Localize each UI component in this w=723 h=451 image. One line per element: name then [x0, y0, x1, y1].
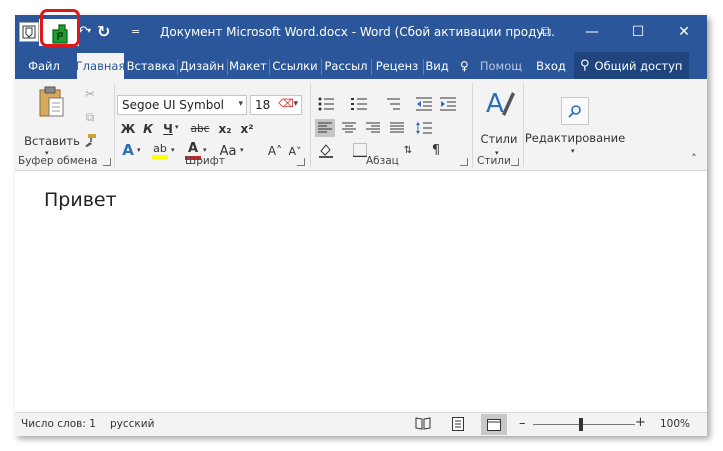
- redo-icon[interactable]: ↻: [97, 22, 110, 41]
- tab-mailings[interactable]: Рассыл: [322, 53, 370, 79]
- change-case-dropdown-icon[interactable]: ▾: [240, 146, 244, 154]
- paragraph-launcher-icon[interactable]: [460, 158, 468, 166]
- highlight-dropdown-icon[interactable]: ▾: [171, 146, 175, 154]
- styles-label[interactable]: Стили: [477, 132, 521, 146]
- tab-references[interactable]: Ссылки: [270, 53, 320, 79]
- numbering-icon[interactable]: [348, 95, 370, 113]
- editing-label[interactable]: Редактирование: [525, 131, 625, 145]
- svg-text:A: A: [486, 89, 504, 119]
- collapse-ribbon-icon[interactable]: ˄: [687, 151, 701, 165]
- group-separator: [472, 83, 473, 167]
- editing-dropdown-icon[interactable]: ▾: [571, 147, 575, 155]
- search-icon[interactable]: [561, 97, 589, 125]
- word-count[interactable]: Число слов: 1: [21, 418, 96, 430]
- zoom-in-button[interactable]: +: [635, 415, 646, 430]
- sign-in-link[interactable]: Вход: [533, 53, 569, 79]
- tell-me-box[interactable]: Помощ: [473, 53, 529, 79]
- web-layout-icon[interactable]: [481, 414, 507, 435]
- align-right-button[interactable]: [363, 119, 383, 137]
- grow-font-button[interactable]: A˄: [265, 141, 285, 161]
- tab-review[interactable]: Реценз: [372, 53, 422, 79]
- format-painter-icon[interactable]: [81, 131, 99, 149]
- increase-indent-icon[interactable]: [437, 95, 459, 113]
- cut-icon[interactable]: ✂: [81, 85, 99, 103]
- group-separator: [310, 83, 311, 167]
- group-separator: [114, 83, 115, 167]
- font-launcher-icon[interactable]: [297, 158, 305, 166]
- save-icon[interactable]: [19, 22, 39, 42]
- zoom-slider[interactable]: [533, 424, 635, 425]
- styles-group-label: Стили: [477, 155, 511, 167]
- justify-button[interactable]: [387, 119, 407, 137]
- font-name-combobox[interactable]: Segoe UI Symbol ▾: [117, 95, 247, 115]
- bullets-icon[interactable]: [315, 95, 337, 113]
- align-left-button[interactable]: [315, 119, 335, 137]
- tab-file[interactable]: Файл: [17, 53, 71, 79]
- underline-dropdown-icon[interactable]: ▾: [175, 123, 179, 131]
- group-separator: [523, 83, 524, 167]
- tab-home[interactable]: Главная: [77, 53, 124, 79]
- multilevel-list-icon[interactable]: [381, 95, 403, 113]
- paste-label[interactable]: Вставить: [21, 134, 83, 148]
- clear-formatting-icon[interactable]: ⌫: [277, 97, 295, 110]
- title-bar: ↶ ▾ ↻ = Документ Microsoft Word.docx - W…: [15, 15, 707, 49]
- font-group-label: Шрифт: [185, 155, 225, 167]
- tab-insert[interactable]: Вставка: [126, 53, 176, 79]
- language-indicator[interactable]: русский: [110, 418, 154, 430]
- document-page[interactable]: Привет: [15, 171, 707, 412]
- undo-dropdown-icon[interactable]: ▾: [87, 26, 91, 35]
- paste-icon[interactable]: [37, 85, 67, 119]
- highlight-ring: [40, 9, 80, 47]
- read-mode-icon[interactable]: [415, 416, 431, 432]
- clipboard-group-label: Буфер обмена: [18, 155, 98, 167]
- share-button[interactable]: ⚲ Общий доступ: [574, 52, 689, 79]
- zoom-level[interactable]: 100%: [660, 418, 690, 430]
- tab-design[interactable]: Дизайн: [178, 53, 226, 79]
- show-formatting-marks-button[interactable]: ¶: [425, 141, 447, 159]
- highlight-button[interactable]: ab: [149, 141, 171, 161]
- superscript-button[interactable]: x²: [237, 120, 257, 138]
- zoom-slider-thumb[interactable]: [579, 418, 583, 431]
- subscript-button[interactable]: x₂: [215, 120, 235, 138]
- window-title: Документ Microsoft Word.docx - Word (Сбо…: [160, 25, 555, 39]
- lightbulb-icon[interactable]: ♀: [460, 59, 469, 73]
- paragraph-group-label: Абзац: [366, 155, 399, 167]
- copy-icon[interactable]: ⧉: [81, 108, 99, 126]
- decrease-indent-icon[interactable]: [413, 95, 435, 113]
- font-color-dropdown-icon[interactable]: ▾: [203, 146, 207, 154]
- styles-launcher-icon[interactable]: [511, 158, 519, 166]
- zoom-out-button[interactable]: –: [519, 416, 526, 431]
- share-label: Общий доступ: [594, 58, 683, 73]
- print-layout-icon[interactable]: [451, 416, 467, 432]
- line-spacing-icon[interactable]: [413, 119, 435, 137]
- bold-button[interactable]: Ж: [119, 120, 137, 138]
- clipboard-launcher-icon[interactable]: [103, 158, 111, 166]
- status-bar: Число слов: 1 русский – + 100%: [15, 412, 707, 436]
- italic-button[interactable]: К: [139, 120, 157, 138]
- sort-icon[interactable]: ⇅: [397, 141, 419, 159]
- maximize-button[interactable]: ☐: [615, 15, 661, 49]
- ribbon-display-options-icon[interactable]: ⧉: [523, 15, 569, 49]
- word-window: ↶ ▾ ↻ = Документ Microsoft Word.docx - W…: [15, 9, 707, 436]
- text-effects-dropdown-icon[interactable]: ▾: [137, 146, 141, 154]
- strikethrough-button[interactable]: abc: [187, 120, 213, 138]
- ribbon: Вставить ▾ ✂ ⧉ Буфер обмена Segoe UI Sym…: [15, 79, 707, 171]
- minimize-button[interactable]: —: [569, 15, 615, 49]
- document-text[interactable]: Привет: [44, 189, 117, 211]
- tab-view[interactable]: Вид: [424, 53, 450, 79]
- qat-customize-icon[interactable]: =: [131, 25, 140, 38]
- shading-icon[interactable]: [315, 141, 337, 159]
- align-center-button[interactable]: [339, 119, 359, 137]
- close-button[interactable]: ✕: [661, 15, 707, 49]
- ribbon-tabs: Файл Главная Вставка Дизайн Макет Ссылки…: [15, 49, 707, 79]
- person-icon: ⚲: [580, 58, 590, 73]
- text-effects-button[interactable]: A: [119, 141, 137, 159]
- tab-layout[interactable]: Макет: [228, 53, 268, 79]
- styles-gallery-icon[interactable]: A: [482, 85, 516, 121]
